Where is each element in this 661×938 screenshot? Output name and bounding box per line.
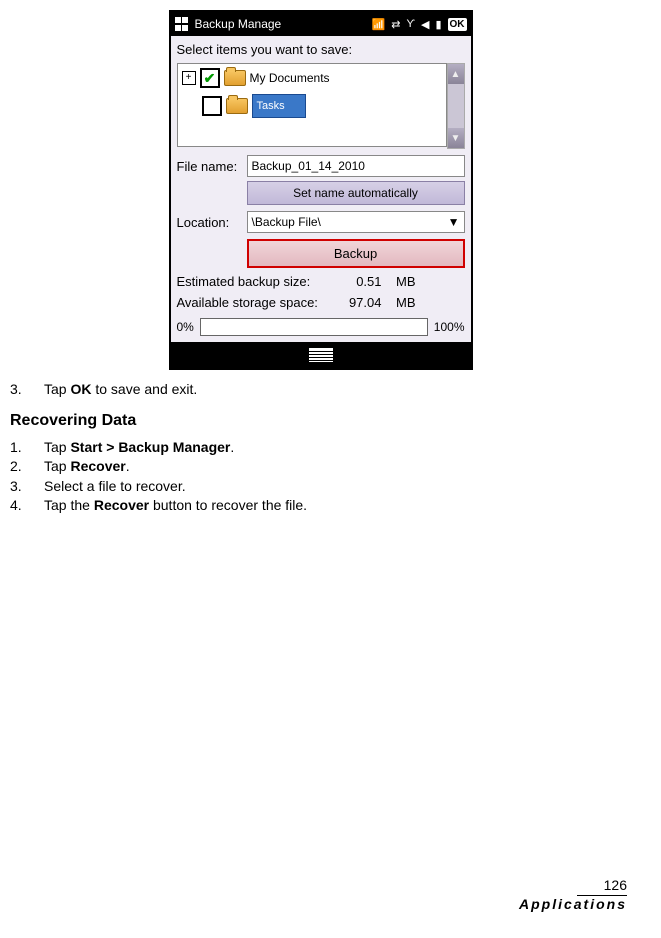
scrollbar[interactable]: ▲ ▼ xyxy=(447,63,465,149)
autoname-button[interactable]: Set name automatically xyxy=(247,181,465,205)
battery-icon: ▮ xyxy=(435,18,441,31)
keyboard-icon[interactable] xyxy=(308,347,334,363)
ok-button[interactable]: OK xyxy=(448,18,467,31)
window-title: Backup Manage xyxy=(195,17,282,31)
scroll-up-icon[interactable]: ▲ xyxy=(448,64,464,84)
tree-item-tasks[interactable]: Tasks xyxy=(182,94,442,118)
progress-bar xyxy=(200,318,428,336)
available-space-label: Available storage space: xyxy=(177,295,332,310)
prompt-text: Select items you want to save: xyxy=(177,42,465,57)
recover-step-3: 3. Select a file to recover. xyxy=(10,477,631,495)
checkbox-checked[interactable]: ✔ xyxy=(200,68,220,88)
chevron-down-icon: ▼ xyxy=(448,215,460,229)
bottom-bar xyxy=(171,342,471,368)
available-space-unit: MB xyxy=(382,295,416,310)
progress-hundred: 100% xyxy=(434,320,465,334)
tree-label: My Documents xyxy=(250,71,330,85)
estimated-size-unit: MB xyxy=(382,274,416,289)
backup-button[interactable]: Backup xyxy=(247,239,465,268)
available-space-value: 97.04 xyxy=(332,295,382,310)
sync-icon: ⇄ xyxy=(391,18,400,31)
estimated-size-label: Estimated backup size: xyxy=(177,274,332,289)
location-label: Location: xyxy=(177,215,243,230)
section-label: Applications xyxy=(519,896,627,912)
location-dropdown[interactable]: \Backup File\ ▼ xyxy=(247,211,465,233)
item-tree[interactable]: + ✔ My Documents Tasks xyxy=(177,63,447,147)
filename-label: File name: xyxy=(177,159,243,174)
antenna-icon: Ƴ xyxy=(406,18,415,30)
recovering-data-heading: Recovering Data xyxy=(10,412,631,430)
backup-manager-screenshot: Backup Manage 📶 ⇄ Ƴ ◀ ▮ OK Select items … xyxy=(169,10,473,370)
status-icons: 📶 ⇄ Ƴ ◀ ▮ OK xyxy=(372,18,467,31)
recover-step-2: 2. Tap Recover. xyxy=(10,457,631,475)
expand-icon[interactable]: + xyxy=(182,71,196,85)
recover-step-1: 1. Tap Start > Backup Manager. xyxy=(10,438,631,456)
instruction-list-1: 3. Tap OK to save and exit. xyxy=(10,380,631,398)
tree-item-documents[interactable]: + ✔ My Documents xyxy=(182,68,442,88)
instruction-list-2: 1. Tap Start > Backup Manager. 2. Tap Re… xyxy=(10,438,631,514)
window-titlebar: Backup Manage 📶 ⇄ Ƴ ◀ ▮ OK xyxy=(171,12,471,36)
page-footer: 126 Applications xyxy=(519,877,627,912)
signal-icon: 📶 xyxy=(372,18,386,31)
page-number: 126 xyxy=(519,877,627,893)
progress-zero: 0% xyxy=(177,320,194,334)
scroll-down-icon[interactable]: ▼ xyxy=(448,128,464,148)
tasks-icon: Tasks xyxy=(252,94,306,118)
speaker-icon: ◀ xyxy=(421,18,429,31)
folder-icon xyxy=(226,98,248,114)
filename-input[interactable]: Backup_01_14_2010 xyxy=(247,155,465,177)
step-3: 3. Tap OK to save and exit. xyxy=(10,380,631,398)
folder-icon xyxy=(224,70,246,86)
checkbox-empty[interactable] xyxy=(202,96,222,116)
windows-logo-icon xyxy=(175,17,189,31)
recover-step-4: 4. Tap the Recover button to recover the… xyxy=(10,496,631,514)
estimated-size-value: 0.51 xyxy=(332,274,382,289)
